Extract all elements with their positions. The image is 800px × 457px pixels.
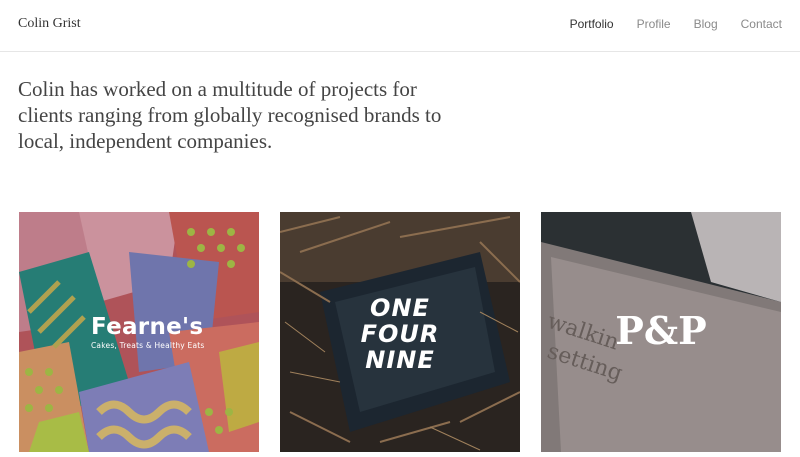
site-logo[interactable]: Colin Grist: [18, 16, 81, 32]
nav-profile[interactable]: Profile: [637, 17, 671, 31]
one-four-nine-logo-line-2: FOUR: [360, 320, 440, 348]
portfolio-item-one-four-nine[interactable]: ONE FOUR NINE: [280, 212, 520, 452]
one-four-nine-logo-line-3: NINE: [365, 346, 435, 374]
main-nav: Portfolio Profile Blog Contact: [570, 17, 782, 31]
fearnes-logo-subtitle: Cakes, Treats & Healthy Eats: [91, 341, 205, 350]
nav-blog[interactable]: Blog: [694, 17, 718, 31]
one-four-nine-logo-line-1: ONE: [370, 294, 430, 322]
portfolio-item-p-and-p[interactable]: walkin setting P&P: [541, 212, 781, 452]
p-and-p-logo: P&P: [615, 308, 707, 353]
nav-portfolio[interactable]: Portfolio: [570, 17, 614, 31]
nav-contact[interactable]: Contact: [741, 17, 782, 31]
intro-text: Colin has worked on a multitude of proje…: [18, 77, 442, 153]
site-header: Colin Grist Portfolio Profile Blog Conta…: [0, 0, 800, 52]
portfolio-item-fearnes[interactable]: Fearne's Cakes, Treats & Healthy Eats: [19, 212, 259, 452]
fearnes-logo-title: Fearne's: [91, 314, 204, 340]
